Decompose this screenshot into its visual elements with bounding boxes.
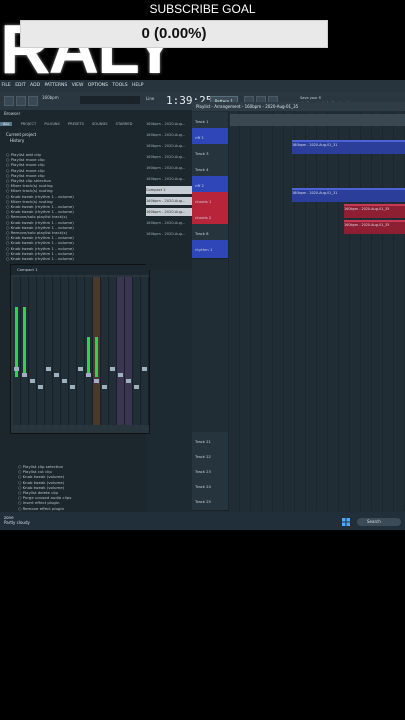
volume-fader[interactable] [62,379,67,383]
mixer-strip[interactable] [53,277,61,425]
channel-rack-item[interactable]: 160bpm - 2020-Aug... [146,120,192,128]
channel-rack-item[interactable]: 160bpm - 2020-Aug... [146,219,192,227]
mixer-strip[interactable] [101,277,109,425]
channel-rack-item[interactable]: 160bpm - 2020-Aug... [146,142,192,150]
level-meter [95,337,98,377]
weather-widget[interactable]: zone Partly cloudy [4,515,30,525]
browser-tabs: ALL PROJECT PLUGINS PRESETS SOUNDS STARR… [0,120,146,128]
tab-plugins[interactable]: PLUGINS [44,122,59,126]
history-item[interactable]: ○ Knob tweak (rhythm 1 - volume) [6,256,126,261]
menu-bar: FILE EDIT ADD PATTERNS VIEW OPTIONS TOOL… [0,80,405,92]
line-mode-select[interactable]: Line [146,96,154,101]
playlist-clip[interactable]: 160bpm - 2020-Aug-01_35 [344,220,405,234]
cpu-monitor [80,96,140,104]
tab-starred[interactable]: STARRED [116,122,133,126]
menu-patterns[interactable]: PATTERNS [45,83,68,88]
subscribe-goal-counter: 0 (0.00%) [20,20,328,48]
volume-fader[interactable] [118,373,123,377]
channel-rack-item[interactable]: Compact 1 [146,186,192,194]
mixer-strip[interactable] [21,277,29,425]
channel-rack-item[interactable]: 160bpm - 2020-Aug... [146,208,192,216]
mixer-title: Compact 1 [11,265,149,275]
mixer-strip[interactable] [85,277,93,425]
windows-start-icon[interactable] [342,518,350,526]
menu-options[interactable]: OPTIONS [88,83,108,88]
project-info: 160bpm [42,95,59,100]
channel-rack: 160bpm - 2020-Aug... 160bpm - 2020-Aug...… [146,110,192,270]
play-button[interactable] [4,96,14,106]
volume-fader[interactable] [14,367,19,371]
channel-rack-item[interactable]: 160bpm - 2020-Aug... [146,131,192,139]
current-project-folder[interactable]: Current project [6,132,36,137]
taskbar: zone Partly cloudy Search [0,512,405,530]
channel-rack-item[interactable]: 160bpm - 2020-Aug... [146,230,192,238]
volume-fader[interactable] [86,373,91,377]
volume-fader[interactable] [22,373,27,377]
channel-rack-item[interactable]: 160bpm - 2020-Aug... [146,197,192,205]
mixer-strip[interactable] [29,277,37,425]
level-meter [23,307,26,377]
history-list: ○ Playlist add clip ○ Playlist move clip ○… [6,152,126,261]
playlist-window: Playlist - Arrangement - 160bpm - 2020-A… [192,102,405,512]
channel-rack-item[interactable]: 160bpm - 2020-Aug... [146,175,192,183]
volume-fader[interactable] [38,385,43,389]
playlist-grid[interactable] [228,111,405,511]
volume-fader[interactable] [126,379,131,383]
mixer-strip[interactable] [61,277,69,425]
volume-fader[interactable] [70,385,75,389]
playlist-clip[interactable] [230,114,405,126]
record-button[interactable] [28,96,38,106]
subscribe-goal-label: SUBSCRIBE GOAL [149,2,256,16]
channel-rack-item[interactable]: 160bpm - 2020-Aug... [146,164,192,172]
mixer-strip[interactable] [93,277,101,425]
playlist-clip[interactable]: 160bpm - 2020-Aug-01_31 [292,140,405,154]
tab-all[interactable]: ALL [0,122,13,126]
mixer-strip[interactable] [109,277,117,425]
taskbar-search[interactable]: Search [357,518,401,526]
tab-sounds[interactable]: SOUNDS [92,122,107,126]
tab-project[interactable]: PROJECT [21,122,37,126]
mixer-strip[interactable] [13,277,21,425]
mixer-strip[interactable] [125,277,133,425]
menu-file[interactable]: FILE [2,83,11,88]
mixer-strip[interactable] [37,277,45,425]
volume-fader[interactable] [110,367,115,371]
playlist-track-header[interactable]: rhythm 1 [192,240,228,259]
volume-fader[interactable] [78,367,83,371]
mixer-window: Compact 1 [10,264,150,434]
playlist-clip[interactable]: 160bpm - 2020-Aug-01_35 [344,204,405,218]
mixer-strip[interactable] [141,277,149,425]
stop-button[interactable] [16,96,26,106]
volume-fader[interactable] [30,379,35,383]
level-meter [87,337,90,377]
playlist-clip[interactable]: 160bpm - 2020-Aug-01_31 [292,188,405,202]
daw-window: FILE EDIT ADD PATTERNS VIEW OPTIONS TOOL… [0,80,405,512]
volume-fader[interactable] [94,379,99,383]
volume-fader[interactable] [134,385,139,389]
volume-fader[interactable] [46,367,51,371]
browser-title: Browser [4,111,21,116]
history-folder[interactable]: History [10,138,24,143]
menu-help[interactable]: HELP [132,83,143,88]
playlist-track-header[interactable]: Track 25 [192,492,228,511]
volume-fader[interactable] [54,373,59,377]
playlist-title: Playlist - Arrangement - 160bpm - 2020-A… [192,102,405,111]
channel-rack-item[interactable]: 160bpm - 2020-Aug... [146,153,192,161]
mixer-strip[interactable] [69,277,77,425]
weather-condition: Partly cloudy [4,520,30,525]
menu-edit[interactable]: EDIT [15,83,25,88]
mixer-strip[interactable] [45,277,53,425]
tab-presets[interactable]: PRESETS [68,122,84,126]
mixer-strip[interactable] [133,277,141,425]
menu-view[interactable]: VIEW [72,83,84,88]
mixer-strip[interactable] [77,277,85,425]
volume-fader[interactable] [142,367,147,371]
menu-add[interactable]: ADD [30,83,40,88]
volume-fader[interactable] [102,385,107,389]
mixer-strip[interactable] [117,277,125,425]
history-list-lower: ○ Playlist clip selection ○ Playlist cut … [18,464,128,512]
menu-tools[interactable]: TOOLS [112,83,127,88]
